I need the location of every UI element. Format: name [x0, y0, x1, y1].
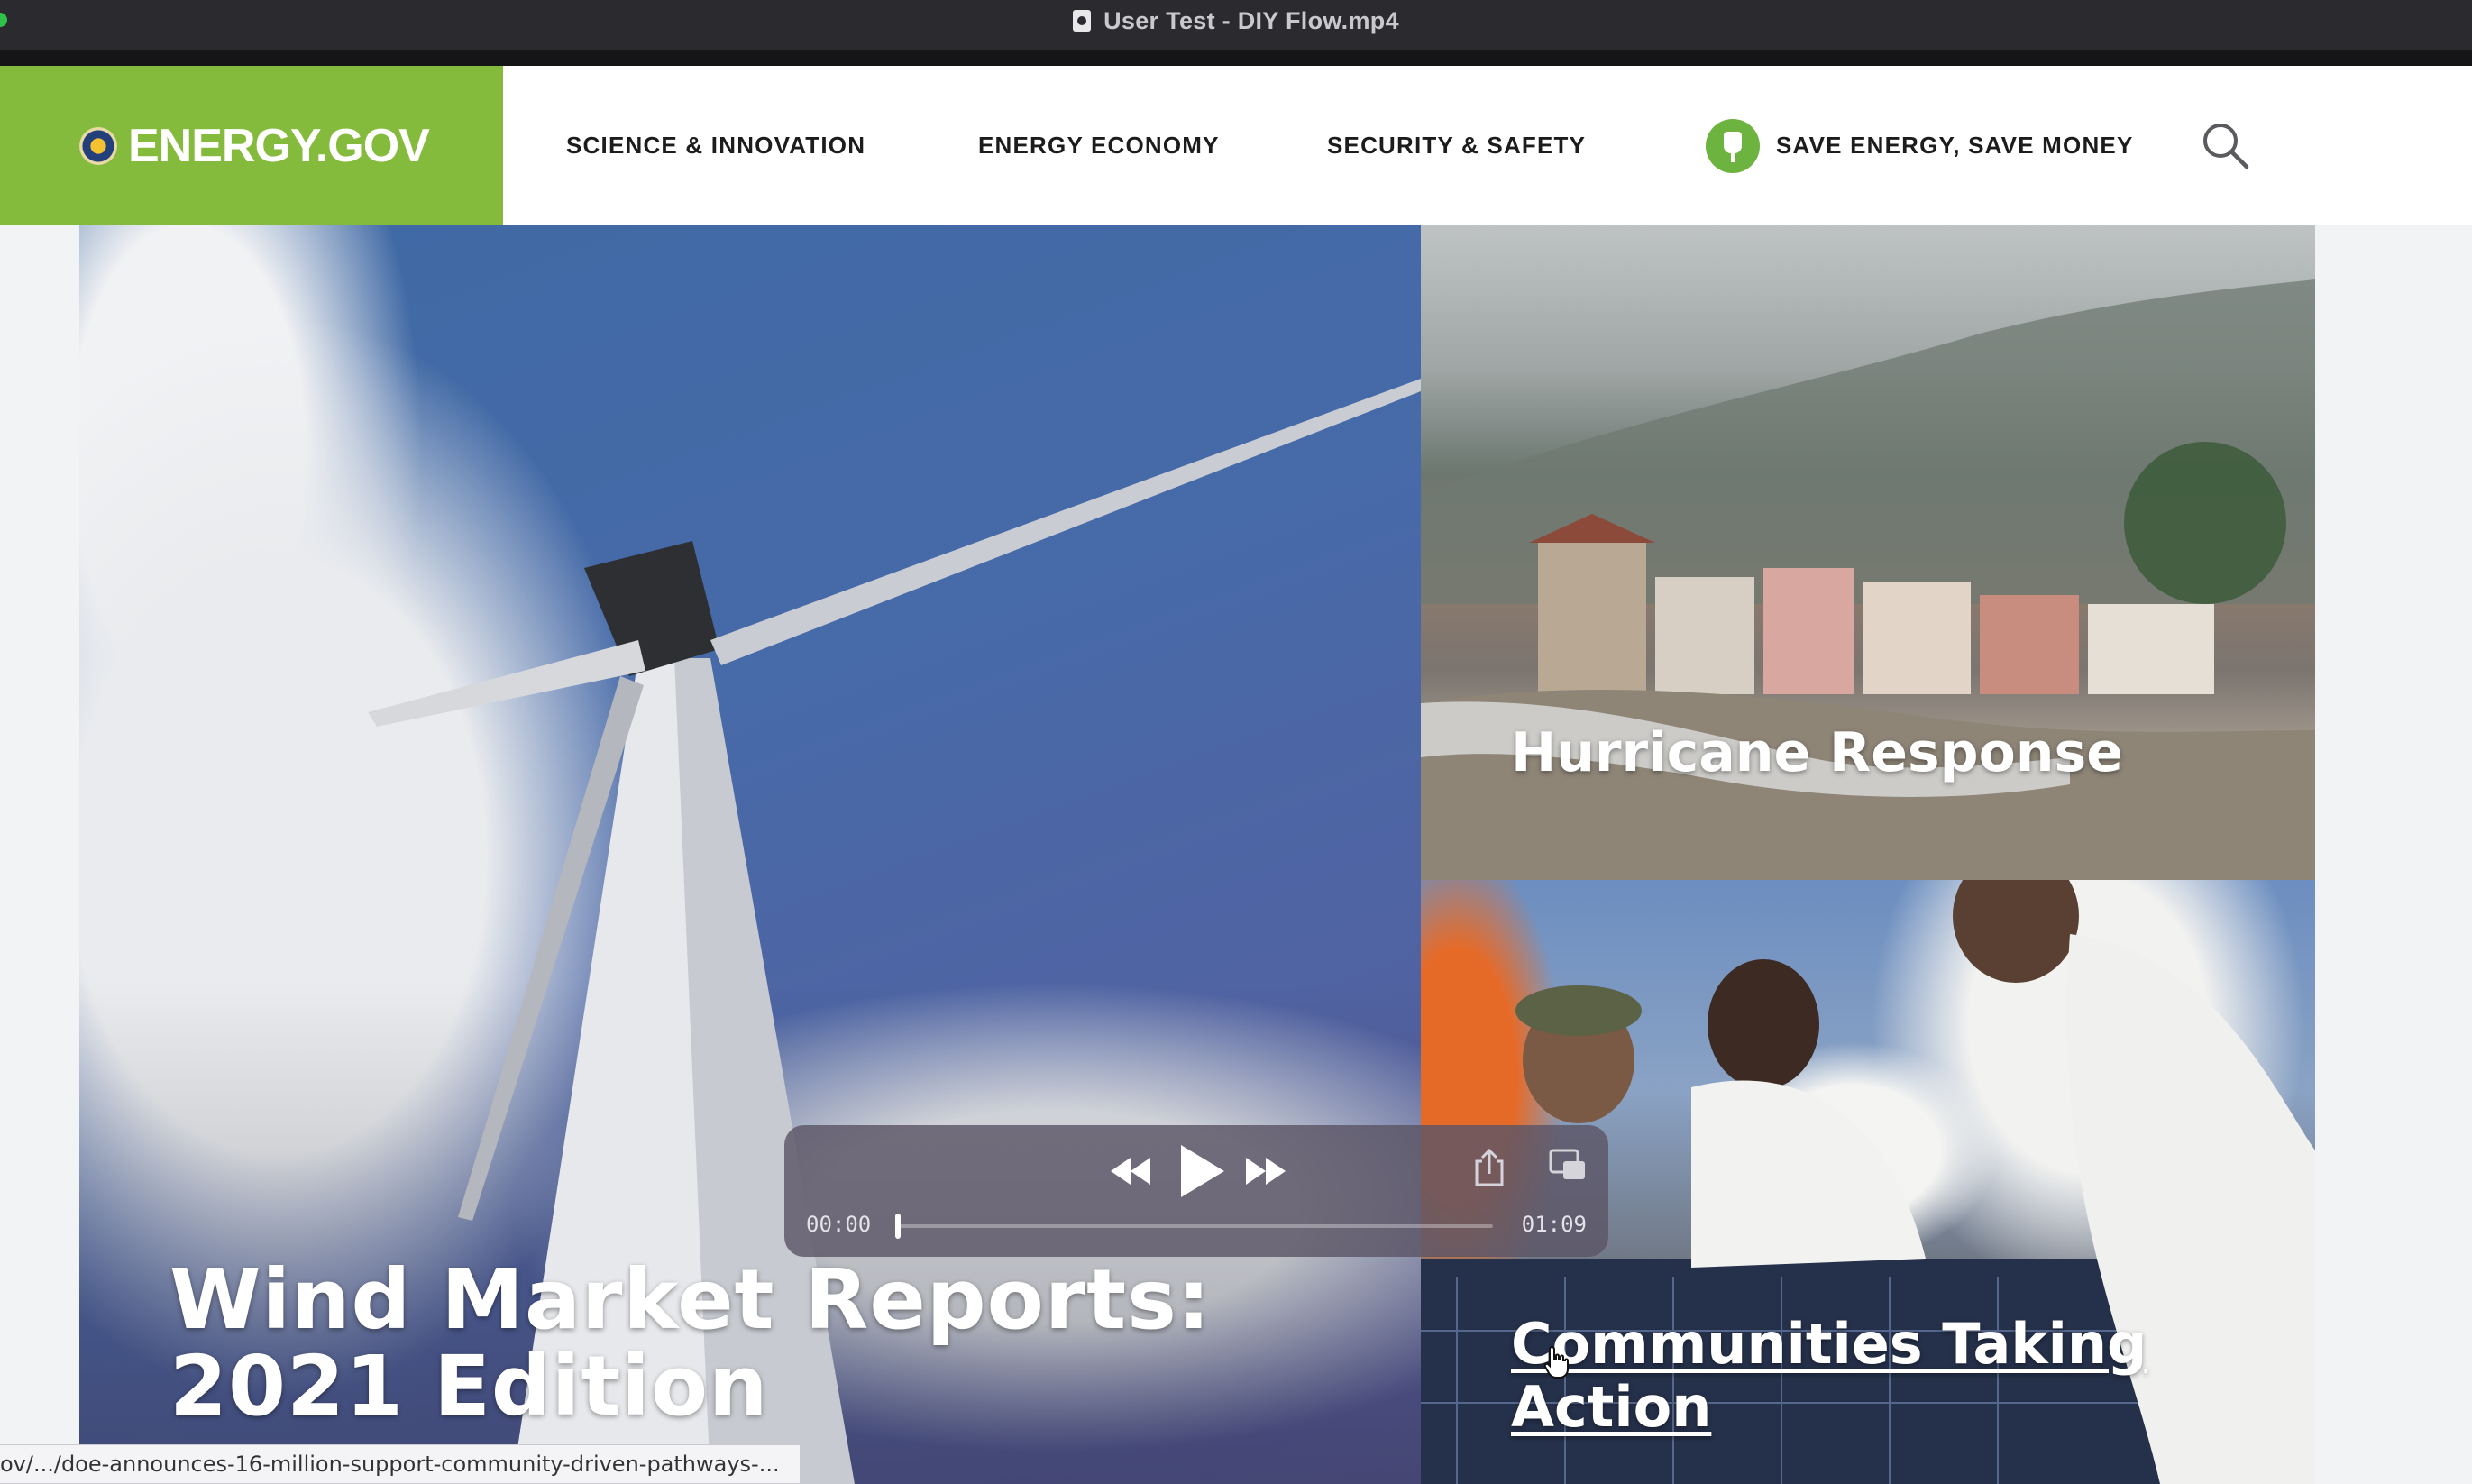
- site-logo[interactable]: ENERGY.GOV: [0, 66, 503, 225]
- play-icon[interactable]: [1176, 1143, 1226, 1199]
- hurricane-response-tile[interactable]: Hurricane Response: [1421, 225, 2315, 880]
- window-title-group: User Test - DIY Flow.mp4: [0, 0, 2472, 41]
- feature-title[interactable]: Wind Market Reports: 2021 Edition: [169, 1257, 1341, 1430]
- current-time: 00:00: [806, 1212, 872, 1237]
- site-header: ENERGY.GOV SCIENCE & INNOVATION ENERGY E…: [0, 66, 2472, 225]
- logo-text: ENERGY.GOV: [128, 119, 430, 172]
- duration-time: 01:09: [1521, 1212, 1587, 1237]
- rewind-icon[interactable]: [1109, 1156, 1152, 1186]
- seal-icon: [79, 126, 117, 165]
- forward-icon[interactable]: [1244, 1156, 1287, 1186]
- communities-title[interactable]: Communities Taking Action: [1511, 1313, 2196, 1439]
- hand-cursor-icon: [1543, 1345, 1569, 1379]
- nav-science-innovation[interactable]: SCIENCE & INNOVATION: [566, 66, 865, 225]
- share-icon[interactable]: [1473, 1149, 1506, 1186]
- nav-security-safety[interactable]: SECURITY & SAFETY: [1327, 66, 1586, 225]
- feature-wind-market-tile[interactable]: Wind Market Reports: 2021 Edition: [79, 225, 1421, 1484]
- nav-energy-economy[interactable]: ENERGY ECONOMY: [978, 66, 1220, 225]
- scrubber-handle[interactable]: [895, 1214, 901, 1239]
- hurricane-title[interactable]: Hurricane Response: [1511, 721, 2123, 784]
- window-titlebar: User Test - DIY Flow.mp4: [0, 0, 2472, 50]
- status-bar-url: ov/.../doe-announces-16-million-support-…: [0, 1444, 801, 1484]
- search-icon[interactable]: [2200, 120, 2250, 170]
- window-title: User Test - DIY Flow.mp4: [1103, 6, 1399, 34]
- plug-icon: [1706, 118, 1760, 173]
- picture-in-picture-icon[interactable]: [1549, 1149, 1587, 1183]
- titlebar-divider: [0, 50, 2472, 66]
- file-icon: [1073, 10, 1092, 32]
- nav-save-energy[interactable]: SAVE ENERGY, SAVE MONEY: [1706, 66, 2134, 225]
- video-player-controls: 00:00 01:09: [784, 1125, 1608, 1257]
- nav-save-energy-label: SAVE ENERGY, SAVE MONEY: [1776, 132, 2134, 159]
- scrubber-track[interactable]: [895, 1214, 1493, 1239]
